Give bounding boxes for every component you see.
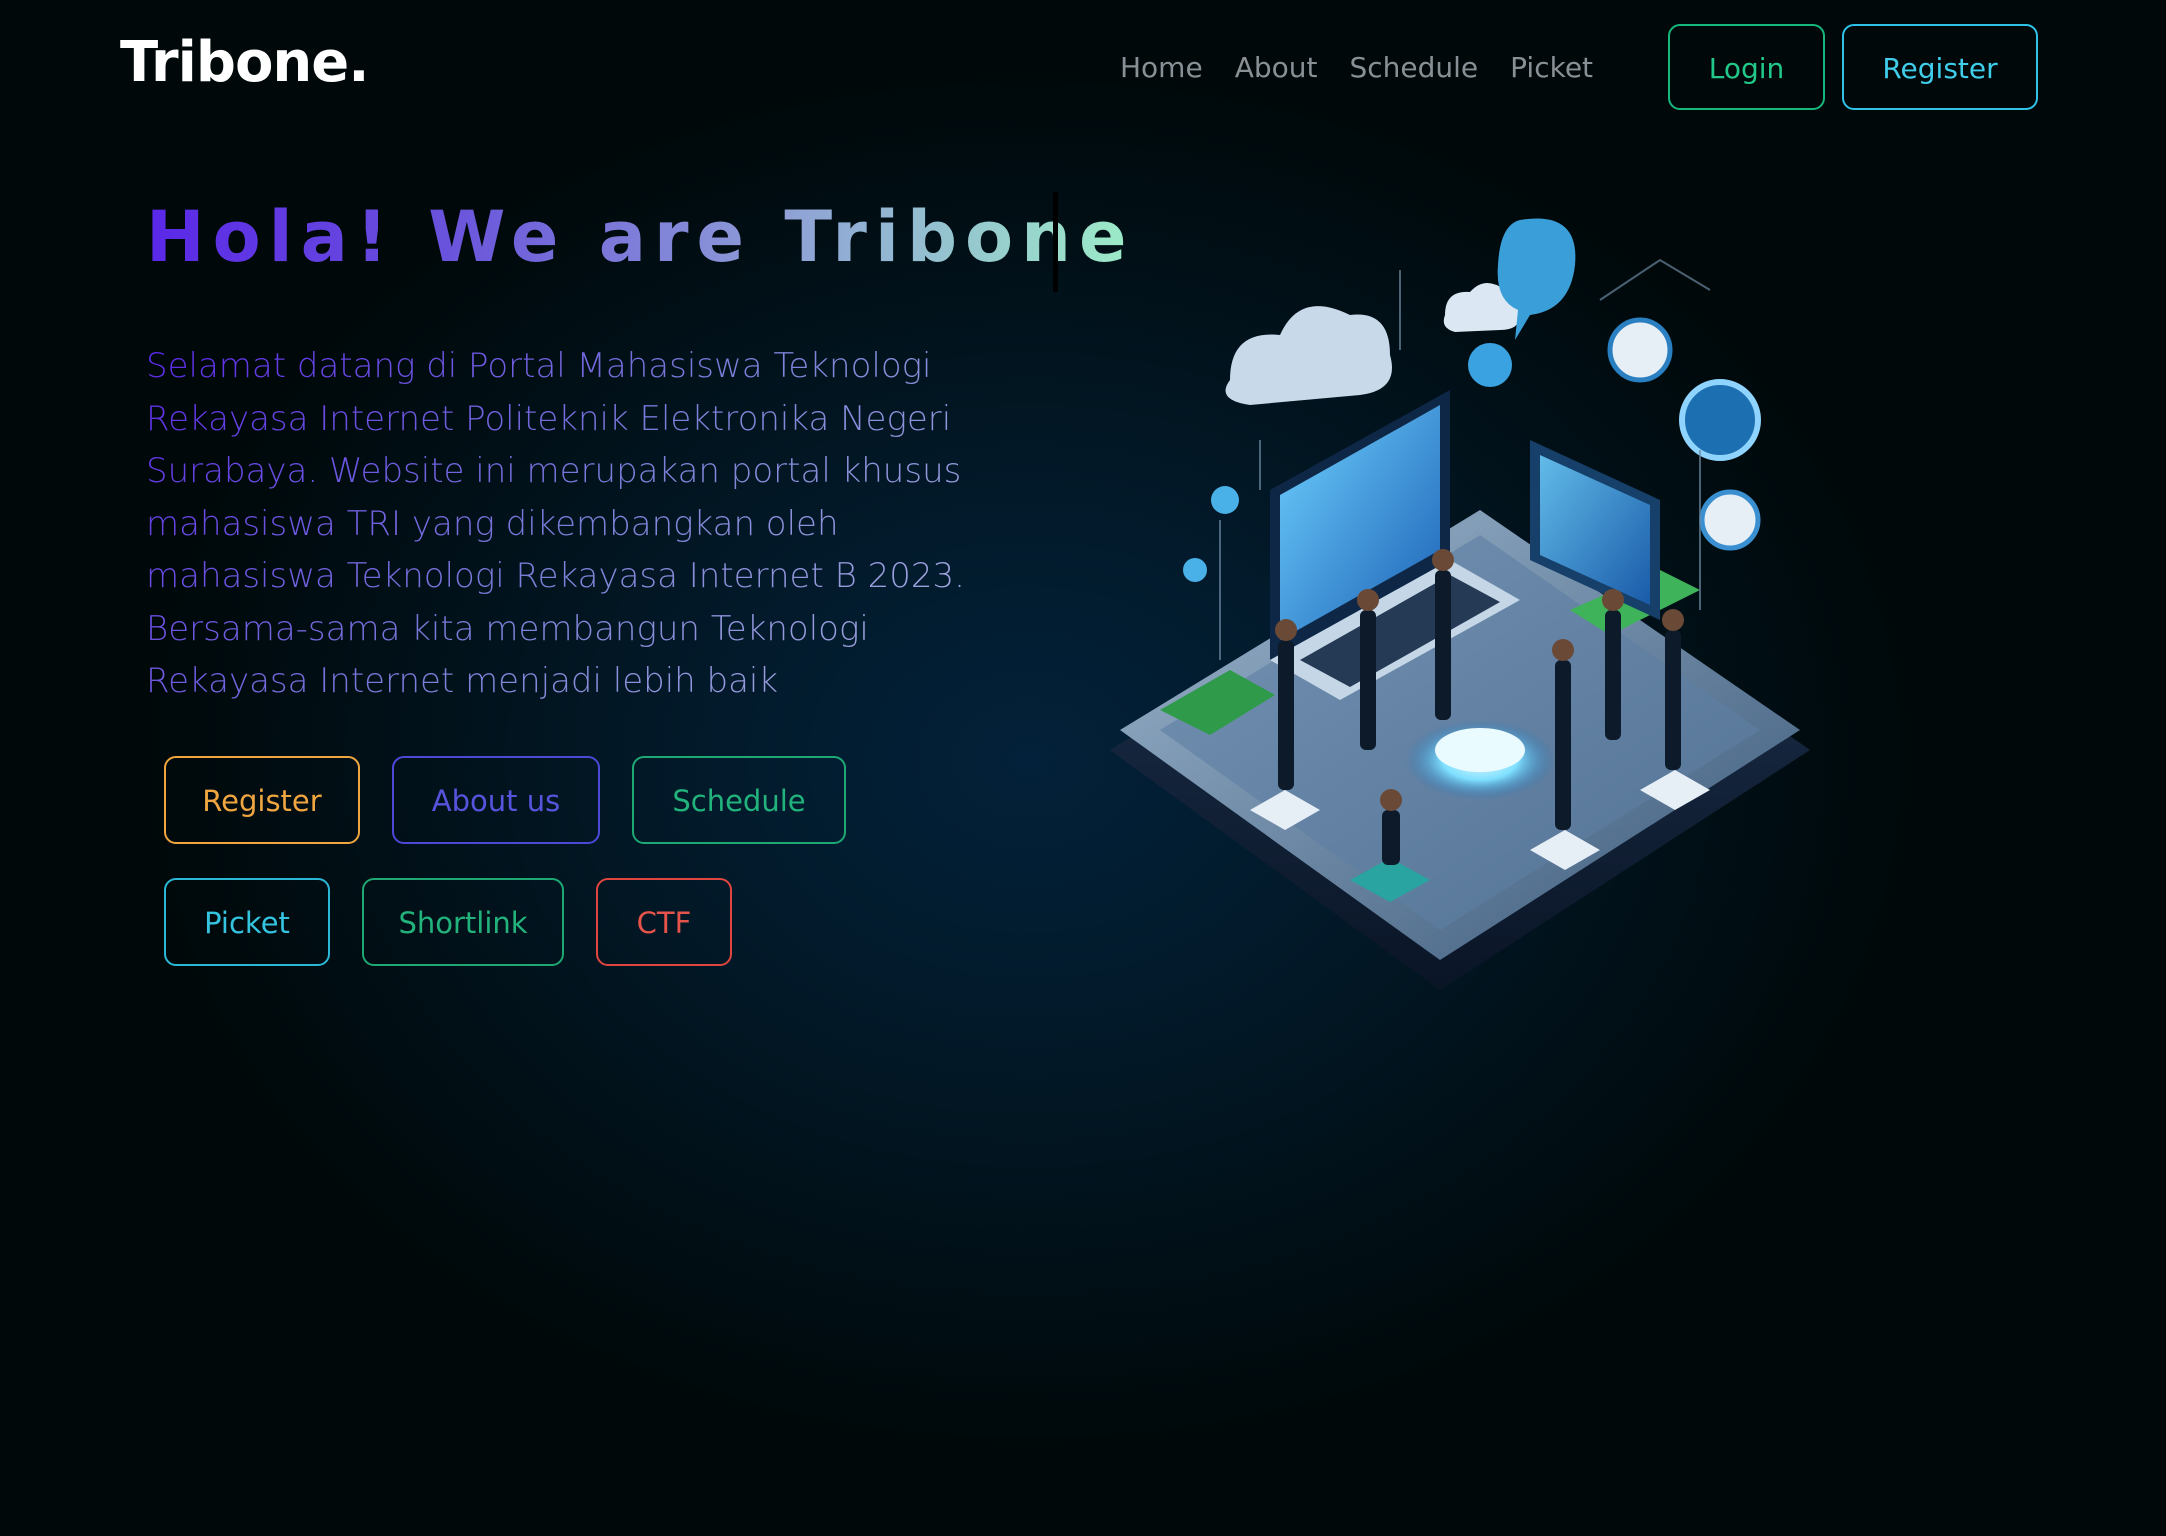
brand-logo[interactable]: Tribone.: [120, 30, 370, 95]
hero-description: Selamat datang di Portal Mahasiswa Tekno…: [146, 340, 1026, 708]
shortlink-button[interactable]: Shortlink: [362, 878, 564, 966]
register-action-button[interactable]: Register: [164, 756, 360, 844]
nav-schedule[interactable]: Schedule: [1349, 48, 1478, 88]
hero-headline: Hola! We are Tribone: [146, 196, 1135, 278]
login-button[interactable]: Login: [1668, 24, 1825, 110]
picket-button[interactable]: Picket: [164, 878, 330, 966]
ctf-button[interactable]: CTF: [596, 878, 732, 966]
main-nav: Home About Schedule Picket: [1120, 48, 1593, 88]
schedule-button[interactable]: Schedule: [632, 756, 846, 844]
tech-team-illustration: [1110, 218, 1810, 990]
header-register-button[interactable]: Register: [1842, 24, 2038, 110]
nav-picket[interactable]: Picket: [1510, 48, 1593, 88]
typing-cursor: [1053, 192, 1058, 292]
nav-about[interactable]: About: [1235, 48, 1318, 88]
about-us-button[interactable]: About us: [392, 756, 600, 844]
nav-home[interactable]: Home: [1120, 48, 1203, 88]
